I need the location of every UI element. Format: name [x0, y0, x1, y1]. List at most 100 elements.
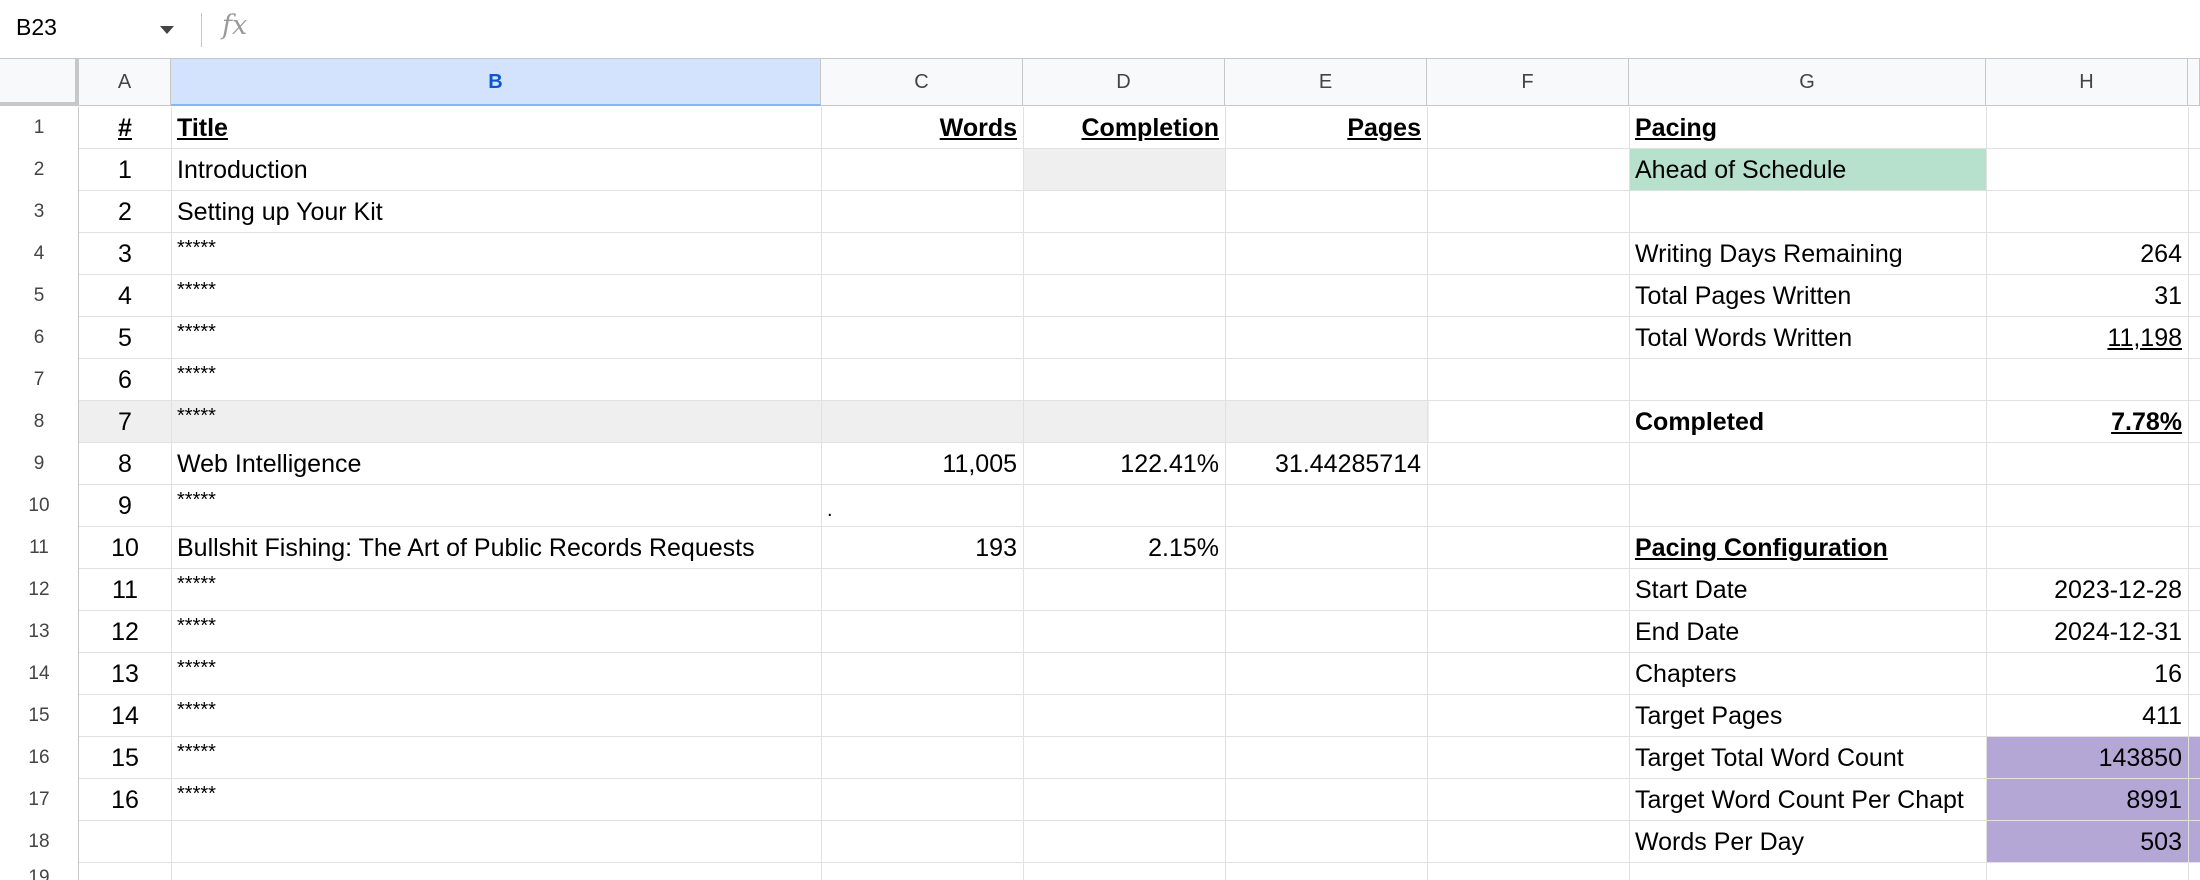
end-date-value[interactable]: 2024-12-31 — [1986, 611, 2188, 653]
row-header-11[interactable]: 11 — [0, 527, 79, 569]
chapter-num[interactable]: 2 — [79, 191, 171, 233]
config-heading[interactable]: Pacing Configuration — [1629, 527, 1986, 569]
target-total-words-label[interactable]: Target Total Word Count — [1629, 737, 1986, 779]
start-date-value[interactable]: 2023-12-28 — [1986, 569, 2188, 611]
pacing-status[interactable]: Ahead of Schedule — [1629, 149, 1986, 191]
column-header-a[interactable]: A — [79, 59, 171, 106]
total-words-label[interactable]: Total Words Written — [1629, 317, 1986, 359]
target-words-per-chapter-value[interactable]: 8991 — [1986, 779, 2188, 821]
chapter-title[interactable]: ***** — [171, 653, 821, 695]
chapter-title[interactable]: Setting up Your Kit — [171, 191, 821, 233]
chapter-num[interactable]: 7 — [79, 401, 171, 443]
chapter-words[interactable]: 193 — [821, 527, 1023, 569]
chapter-title[interactable]: ***** — [171, 233, 821, 275]
chapter-num[interactable]: 8 — [79, 443, 171, 485]
column-header-e[interactable]: E — [1225, 59, 1427, 106]
header-completion[interactable]: Completion — [1023, 107, 1225, 149]
chapter-title[interactable]: ***** — [171, 485, 821, 527]
target-total-words-value[interactable]: 143850 — [1986, 737, 2188, 779]
row-header-13[interactable]: 13 — [0, 611, 79, 653]
chapter-title[interactable]: Bullshit Fishing: The Art of Public Reco… — [171, 527, 821, 569]
row-header-6[interactable]: 6 — [0, 317, 79, 359]
chapter-title[interactable]: ***** — [171, 779, 821, 821]
chapter-num[interactable]: 13 — [79, 653, 171, 695]
name-box[interactable]: B23 — [0, 0, 190, 58]
row-header-17[interactable]: 17 — [0, 779, 79, 821]
chapter-num[interactable]: 5 — [79, 317, 171, 359]
header-title[interactable]: Title — [171, 107, 821, 149]
chapters-label[interactable]: Chapters — [1629, 653, 1986, 695]
words-per-day-value[interactable]: 503 — [1986, 821, 2188, 863]
start-date-label[interactable]: Start Date — [1629, 569, 1986, 611]
completed-value[interactable]: 7.78% — [1986, 401, 2188, 443]
chapter-num[interactable]: 10 — [79, 527, 171, 569]
chapter-title[interactable]: ***** — [171, 611, 821, 653]
column-header-c[interactable]: C — [821, 59, 1023, 106]
chapter-num[interactable]: 1 — [79, 149, 171, 191]
chapter-title[interactable]: ***** — [171, 317, 821, 359]
row-header-5[interactable]: 5 — [0, 275, 79, 317]
total-words-value[interactable]: 11,198 — [1986, 317, 2188, 359]
chapter-num[interactable]: 14 — [79, 695, 171, 737]
chapter-title[interactable]: ***** — [171, 275, 821, 317]
chapter-title[interactable]: ***** — [171, 737, 821, 779]
sheet-grid[interactable]: # Title Words Completion Pages Pacing 1 … — [79, 107, 2200, 880]
chapter-num[interactable]: 6 — [79, 359, 171, 401]
chapter-num[interactable]: 16 — [79, 779, 171, 821]
chapter-title[interactable]: ***** — [171, 401, 821, 443]
chapter-pages[interactable]: 31.44285714 — [1225, 443, 1427, 485]
cell-d2-fill[interactable] — [1023, 149, 1225, 191]
total-pages-value[interactable]: 31 — [1986, 275, 2188, 317]
target-words-per-chapter-label[interactable]: Target Word Count Per Chapt — [1629, 779, 1986, 821]
chapter-title[interactable]: Web Intelligence — [171, 443, 821, 485]
select-all-corner[interactable] — [0, 59, 79, 106]
writing-days-label[interactable]: Writing Days Remaining — [1629, 233, 1986, 275]
column-header-h[interactable]: H — [1986, 59, 2188, 106]
chapter-num[interactable]: 9 — [79, 485, 171, 527]
words-per-day-label[interactable]: Words Per Day — [1629, 821, 1986, 863]
row-header-14[interactable]: 14 — [0, 653, 79, 695]
chapters-value[interactable]: 16 — [1986, 653, 2188, 695]
chapter-num[interactable]: 15 — [79, 737, 171, 779]
column-header-f[interactable]: F — [1427, 59, 1629, 106]
row-header-8[interactable]: 8 — [0, 401, 79, 443]
chevron-down-icon[interactable] — [160, 26, 174, 34]
end-date-label[interactable]: End Date — [1629, 611, 1986, 653]
row-header-7[interactable]: 7 — [0, 359, 79, 401]
row-header-16[interactable]: 16 — [0, 737, 79, 779]
column-header-d[interactable]: D — [1023, 59, 1225, 106]
row-header-18[interactable]: 18 — [0, 821, 79, 863]
row-header-10[interactable]: 10 — [0, 485, 79, 527]
column-header-b[interactable]: B — [171, 59, 821, 106]
chapter-num[interactable]: 3 — [79, 233, 171, 275]
column-header-next[interactable] — [2188, 59, 2200, 106]
row-header-12[interactable]: 12 — [0, 569, 79, 611]
header-pages[interactable]: Pages — [1225, 107, 1427, 149]
column-header-g[interactable]: G — [1629, 59, 1986, 106]
chapter-words[interactable]: 11,005 — [821, 443, 1023, 485]
row-header-19[interactable]: 19 — [0, 863, 79, 880]
chapter-title[interactable]: ***** — [171, 569, 821, 611]
total-pages-label[interactable]: Total Pages Written — [1629, 275, 1986, 317]
row-header-9[interactable]: 9 — [0, 443, 79, 485]
chapter-title[interactable]: ***** — [171, 359, 821, 401]
chapter-completion[interactable]: 2.15% — [1023, 527, 1225, 569]
chapter-words[interactable]: . — [821, 485, 1023, 527]
chapter-completion[interactable]: 122.41% — [1023, 443, 1225, 485]
chapter-num[interactable]: 4 — [79, 275, 171, 317]
target-pages-label[interactable]: Target Pages — [1629, 695, 1986, 737]
writing-days-value[interactable]: 264 — [1986, 233, 2188, 275]
chapter-num[interactable]: 12 — [79, 611, 171, 653]
row-header-4[interactable]: 4 — [0, 233, 79, 275]
chapter-num[interactable]: 11 — [79, 569, 171, 611]
chapter-title[interactable]: Introduction — [171, 149, 821, 191]
row-header-15[interactable]: 15 — [0, 695, 79, 737]
pacing-heading[interactable]: Pacing — [1629, 107, 1986, 149]
row-header-2[interactable]: 2 — [0, 149, 79, 191]
name-box-value[interactable]: B23 — [16, 14, 57, 41]
row-header-1[interactable]: 1 — [0, 107, 79, 149]
header-words[interactable]: Words — [821, 107, 1023, 149]
target-pages-value[interactable]: 411 — [1986, 695, 2188, 737]
chapter-title[interactable]: ***** — [171, 695, 821, 737]
row-header-3[interactable]: 3 — [0, 191, 79, 233]
